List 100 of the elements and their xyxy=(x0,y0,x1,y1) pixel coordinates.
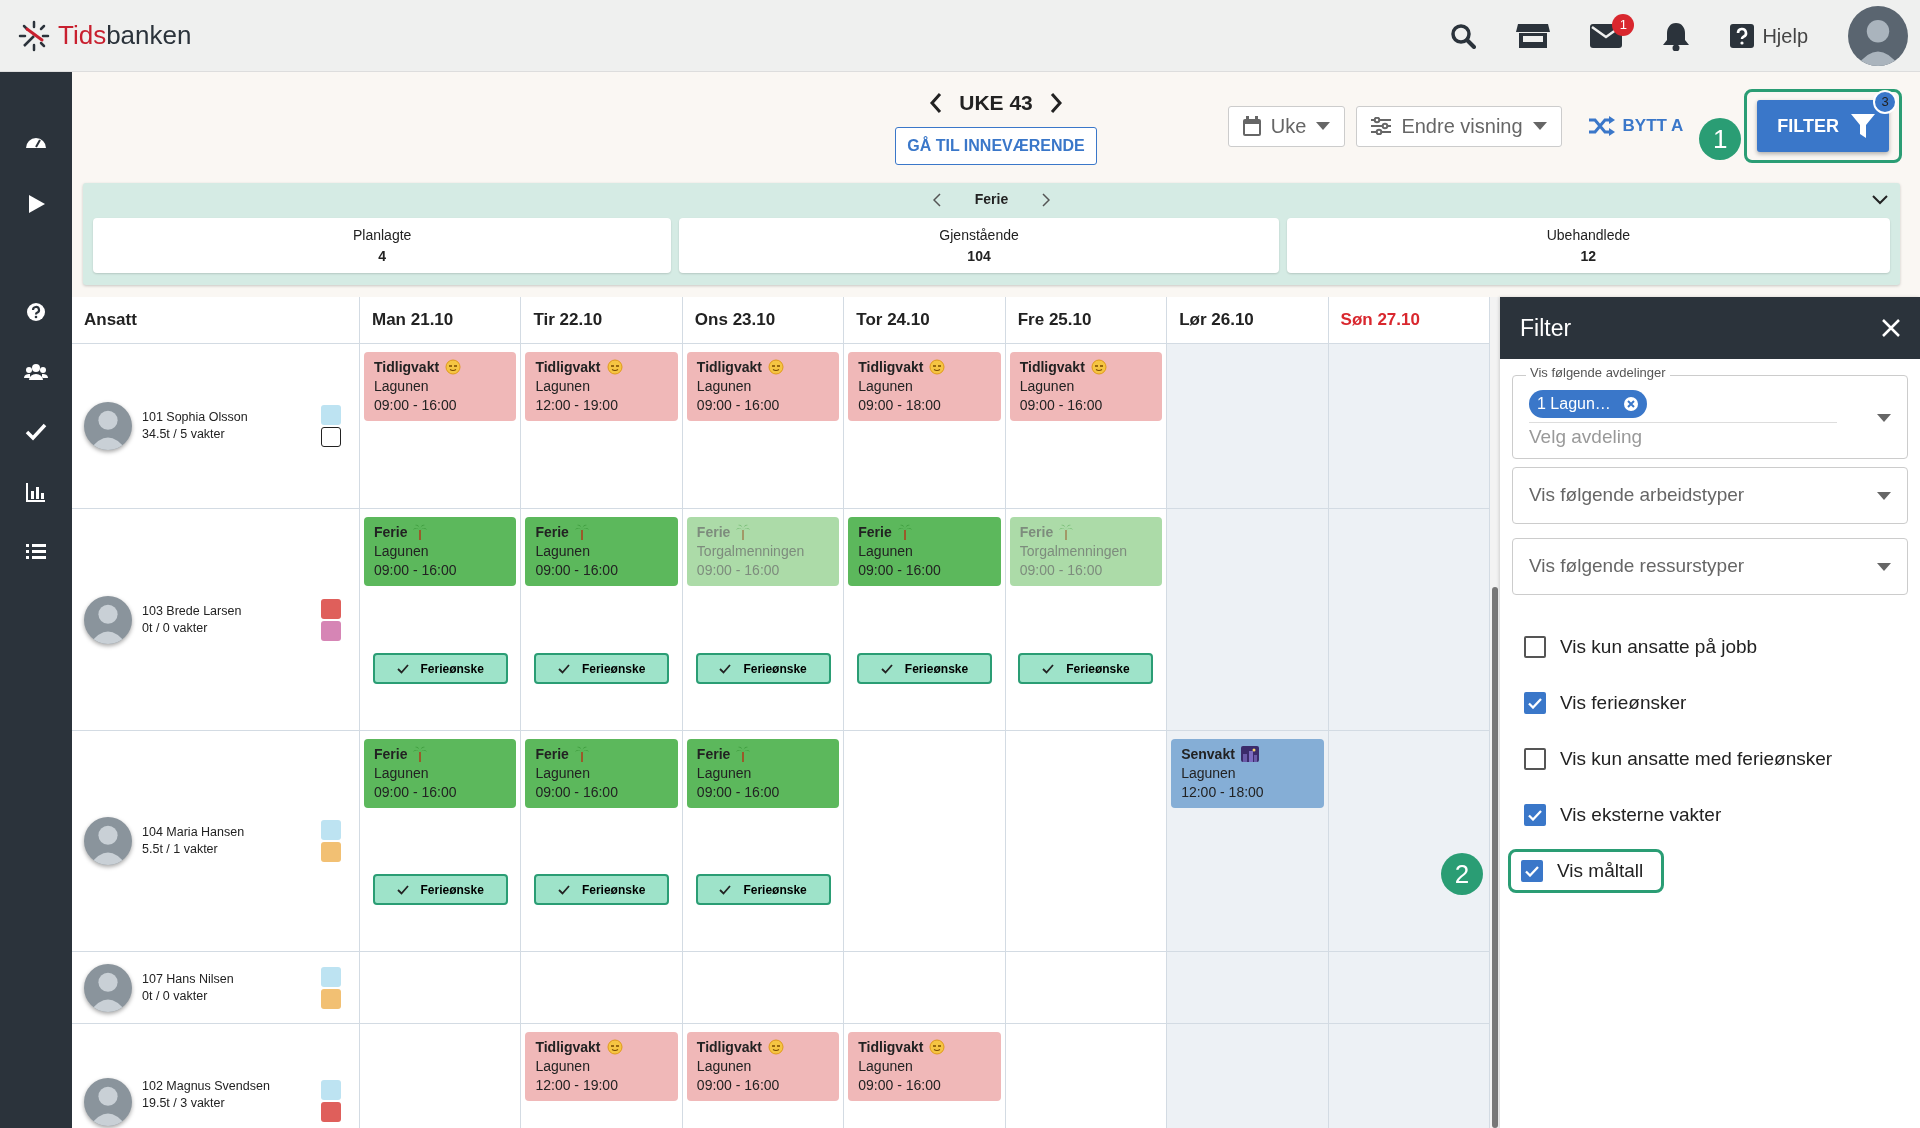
employee-avatar xyxy=(84,817,132,865)
employee-name: 101 Sophia Olsson xyxy=(142,409,249,426)
dropdown-select[interactable]: Vis følgende ressurstyper xyxy=(1512,538,1908,595)
checkbox[interactable] xyxy=(1524,636,1546,658)
stat-value: 104 xyxy=(966,247,992,266)
checkbox-label: Vis kun ansatte med ferieønsker xyxy=(1560,746,1833,771)
shift-card[interactable]: Ferie Lagunen 09:00 - 16:00 xyxy=(525,739,678,808)
field-label: Vis følgende avdelinger xyxy=(1526,366,1670,379)
shift-card[interactable]: Tidligvakt Lagunen 09:00 - 16:00 xyxy=(686,1032,840,1101)
swap-button[interactable]: BYTT A xyxy=(1588,113,1684,139)
palm-tree-icon xyxy=(1059,524,1074,541)
check-icon xyxy=(880,663,893,674)
schedule-cell[interactable] xyxy=(1328,344,1490,509)
bell-icon[interactable] xyxy=(1662,20,1691,51)
filter-icon xyxy=(1851,114,1875,138)
shift-card[interactable]: Tidligvakt Lagunen 09:00 - 16:00 xyxy=(686,352,840,421)
checkbox[interactable] xyxy=(1524,692,1546,714)
check-icon xyxy=(396,663,409,674)
employee-name: 104 Maria Hansen xyxy=(142,824,246,841)
vacation-wish-button[interactable]: Ferieønske xyxy=(695,653,831,684)
schedule-cell[interactable] xyxy=(1328,731,1490,952)
schedule-cell[interactable]: Tidligvakt Lagunen 09:00 - 16:00 xyxy=(682,1024,845,1128)
dropdown-select[interactable]: Vis følgende arbeidstyper xyxy=(1512,467,1908,524)
column-header: Ons 23.10 xyxy=(682,297,845,344)
schedule-cell[interactable]: Ferie Lagunen 09:00 - 16:00 Ferieønske xyxy=(682,731,845,952)
chevron-right-icon[interactable] xyxy=(1048,92,1063,114)
schedule-cell[interactable]: Tidligvakt Lagunen 12:00 - 19:00 xyxy=(521,344,683,509)
employee-hours: 19.5t / 3 vakter xyxy=(142,1094,226,1112)
help-link[interactable]: Hjelp xyxy=(1762,20,1808,51)
sun-face-icon xyxy=(445,359,462,376)
step-number-badge: 1 xyxy=(1699,118,1742,160)
schedule-cell[interactable]: Ferie Lagunen 09:00 - 16:00 Ferieønske xyxy=(521,731,683,952)
schedule-cell[interactable]: Ferie Lagunen 09:00 - 16:00 Ferieønske xyxy=(360,509,522,731)
schedule-cell[interactable]: Ferie Torgalmenningen 09:00 - 16:00 Ferieønske xyxy=(1005,509,1168,731)
logo-text: Tidsbanken xyxy=(58,19,192,52)
stat-label: Ubehandlede xyxy=(1545,226,1631,245)
shift-card[interactable]: Tidligvakt Lagunen 12:00 - 19:00 xyxy=(525,1032,678,1101)
schedule-cell[interactable] xyxy=(844,731,1006,952)
schedule-cell[interactable] xyxy=(1167,509,1329,731)
vacation-wish-button[interactable]: Ferieønske xyxy=(1018,653,1154,684)
schedule-cell[interactable]: Ferie Lagunen 09:00 - 16:00 Ferieønske xyxy=(360,731,522,952)
shift-card[interactable]: Ferie Lagunen 09:00 - 16:00 xyxy=(525,517,678,586)
schedule-cell[interactable] xyxy=(1167,952,1329,1024)
schedule-cell[interactable]: Ferie Torgalmenningen 09:00 - 16:00 Ferieønske xyxy=(682,509,845,731)
shift-card[interactable]: Senvakt Lagunen 12:00 - 18:00 xyxy=(1171,739,1324,808)
chevron-left-icon[interactable] xyxy=(932,192,941,207)
employee-avatar xyxy=(84,963,132,1012)
schedule-cell[interactable] xyxy=(682,952,845,1024)
chevron-left-icon[interactable] xyxy=(929,92,944,114)
schedule-cell[interactable] xyxy=(1328,952,1490,1024)
scrollbar[interactable] xyxy=(1490,297,1500,1128)
store-icon[interactable] xyxy=(1516,21,1551,50)
schedule-cell[interactable]: Tidligvakt Lagunen 09:00 - 18:00 xyxy=(844,344,1006,509)
schedule-cell[interactable]: Tidligvakt Lagunen 09:00 - 16:00 xyxy=(844,1024,1006,1128)
calendar-icon xyxy=(1242,116,1261,136)
vacation-wish-button[interactable]: Ferieønske xyxy=(534,653,670,684)
bar-chart-icon[interactable] xyxy=(24,480,48,504)
schedule-cell[interactable]: Tidligvakt Lagunen 12:00 - 19:00 xyxy=(521,1024,683,1128)
vacation-wish-button[interactable]: Ferieønske xyxy=(372,874,508,905)
checkbox[interactable] xyxy=(1521,860,1543,882)
schedule-cell[interactable] xyxy=(844,952,1006,1024)
schedule-cell[interactable] xyxy=(360,952,522,1024)
vacation-wish-button[interactable]: Ferieønske xyxy=(857,653,992,684)
shift-card[interactable]: Tidligvakt Lagunen 09:00 - 18:00 xyxy=(848,352,1001,421)
shift-card[interactable]: Tidligvakt Lagunen 09:00 - 16:00 xyxy=(364,352,517,421)
schedule-cell[interactable] xyxy=(1328,509,1490,731)
schedule-cell[interactable]: Tidligvakt Lagunen 09:00 - 16:00 xyxy=(360,344,522,509)
chevron-right-icon[interactable] xyxy=(1042,192,1051,207)
help-icon[interactable] xyxy=(24,300,48,324)
period-dropdown[interactable]: Uke xyxy=(1227,105,1346,147)
shift-card[interactable]: Ferie Lagunen 09:00 - 16:00 xyxy=(364,517,517,586)
shift-card[interactable]: Tidligvakt Lagunen 09:00 - 16:00 xyxy=(848,1032,1001,1101)
schedule-cell[interactable]: Ferie Lagunen 09:00 - 16:00 Ferieønske xyxy=(844,509,1006,731)
shift-card[interactable]: Ferie Lagunen 09:00 - 16:00 xyxy=(686,739,840,808)
shift-card[interactable]: Ferie Lagunen 09:00 - 16:00 xyxy=(848,517,1001,586)
schedule-cell[interactable]: Ferie Lagunen 09:00 - 16:00 Ferieønske xyxy=(521,509,683,731)
palm-tree-icon xyxy=(574,746,589,763)
schedule-cell[interactable]: Tidligvakt Lagunen 09:00 - 16:00 xyxy=(682,344,845,509)
vacation-wish-button[interactable]: Ferieønske xyxy=(372,653,508,684)
shift-card[interactable]: Tidligvakt Lagunen 09:00 - 16:00 xyxy=(1009,352,1163,421)
department-chip[interactable]: 1 Lagun… xyxy=(1529,389,1647,418)
notification-badge: 1 xyxy=(1612,13,1635,36)
schedule-cell[interactable] xyxy=(521,952,683,1024)
shift-card[interactable]: Ferie Lagunen 09:00 - 16:00 xyxy=(364,739,517,808)
schedule-cell[interactable]: Tidligvakt Lagunen 09:00 - 16:00 xyxy=(1005,344,1168,509)
go-to-current-button[interactable]: GÅ TIL INNEVÆRENDE xyxy=(895,126,1097,165)
schedule-cell[interactable] xyxy=(1167,344,1329,509)
view-dropdown[interactable]: Endre visning xyxy=(1356,105,1562,147)
vacation-wish-button[interactable]: Ferieønske xyxy=(534,874,670,905)
logo-icon xyxy=(18,19,50,52)
vacation-wish-button[interactable]: Ferieønske xyxy=(695,874,831,905)
shift-card[interactable]: Tidligvakt Lagunen 12:00 - 19:00 xyxy=(525,352,678,421)
checkbox[interactable] xyxy=(1524,748,1546,770)
close-icon[interactable] xyxy=(1882,319,1900,337)
checkbox[interactable] xyxy=(1524,804,1546,826)
check-icon xyxy=(396,884,409,895)
week-label: UKE 43 xyxy=(959,90,1033,117)
schedule-cell[interactable]: Senvakt Lagunen 12:00 - 18:00 xyxy=(1167,731,1329,952)
search-icon[interactable] xyxy=(1450,22,1477,49)
chevron-down-icon[interactable] xyxy=(1872,195,1888,205)
